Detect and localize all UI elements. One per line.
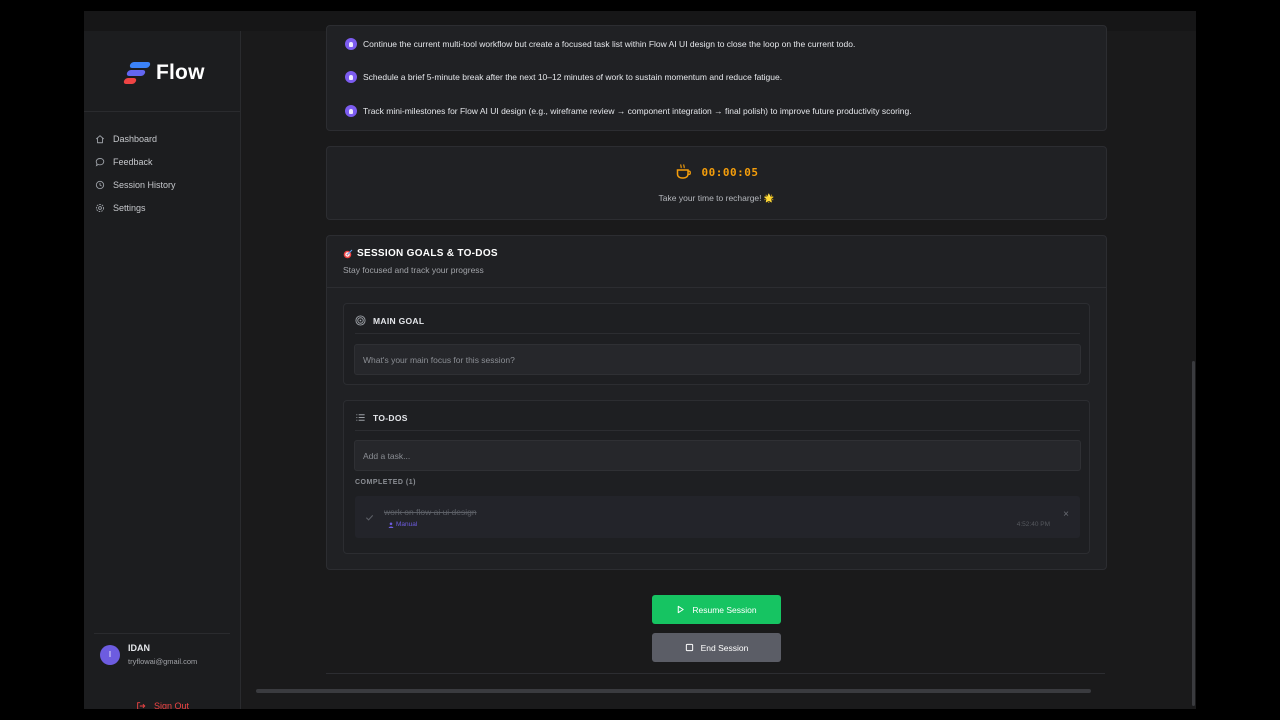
main-goal-label: MAIN GOAL bbox=[373, 315, 425, 326]
sidebar-divider bbox=[84, 111, 240, 112]
checkmark-icon[interactable] bbox=[365, 513, 374, 522]
target-icon bbox=[355, 315, 366, 326]
lightbulb-icon bbox=[345, 38, 357, 50]
sidebar-item-settings[interactable]: Settings bbox=[94, 196, 230, 219]
completed-count-label: COMPLETED (1) bbox=[355, 479, 416, 486]
todos-label: TO-DOS bbox=[373, 412, 408, 423]
task-timestamp: 4:52:40 PM bbox=[1016, 521, 1050, 528]
user-profile[interactable]: I IDAN tryflowai@gmail.com bbox=[100, 643, 197, 666]
home-icon bbox=[95, 134, 105, 143]
sidebar-item-session-history[interactable]: Session History bbox=[94, 173, 230, 196]
suggestion-text: Continue the current multi-tool workflow… bbox=[363, 39, 856, 49]
divider bbox=[355, 333, 1080, 334]
sidebar-item-label: Feedback bbox=[113, 156, 153, 167]
suggestions-card: Continue the current multi-tool workflow… bbox=[326, 25, 1107, 131]
end-session-button[interactable]: End Session bbox=[652, 633, 781, 662]
app-logo[interactable]: Flow bbox=[123, 59, 205, 87]
add-task-input[interactable] bbox=[355, 441, 1080, 470]
gear-icon bbox=[95, 203, 105, 212]
main-goal-input[interactable] bbox=[355, 345, 1080, 374]
divider bbox=[327, 287, 1106, 288]
session-goals-card: SESSION GOALS & TO-DOS Stay focused and … bbox=[326, 235, 1107, 570]
main-goal-header: MAIN GOAL bbox=[355, 315, 424, 326]
sign-out-icon bbox=[137, 702, 146, 709]
stop-icon bbox=[685, 643, 693, 652]
play-icon bbox=[678, 605, 685, 614]
main-content: Continue the current multi-tool workflow… bbox=[241, 25, 1196, 709]
sidebar-nav: Dashboard Feedback Session History Setti… bbox=[94, 127, 230, 219]
task-source-tag: Manual bbox=[388, 521, 417, 528]
task-source-label: Manual bbox=[396, 521, 418, 528]
avatar: I bbox=[100, 644, 120, 665]
completed-task-text: work on flow ai ui design bbox=[384, 507, 477, 517]
app-name: Flow bbox=[156, 61, 205, 84]
suggestion-item: Schedule a brief 5-minute break after th… bbox=[345, 71, 782, 83]
main-goal-section: MAIN GOAL bbox=[343, 303, 1090, 385]
list-icon bbox=[356, 414, 365, 421]
sidebar-item-dashboard[interactable]: Dashboard bbox=[94, 127, 230, 150]
sidebar-divider bbox=[94, 633, 230, 634]
history-icon bbox=[95, 180, 105, 189]
delete-task-icon[interactable]: × bbox=[1063, 509, 1069, 520]
resume-session-button[interactable]: Resume Session bbox=[652, 595, 781, 624]
user-email: tryflowai@gmail.com bbox=[128, 657, 198, 666]
suggestion-item: Continue the current multi-tool workflow… bbox=[345, 38, 855, 50]
goals-title: SESSION GOALS & TO-DOS bbox=[357, 248, 498, 259]
suggestion-item: Track mini-milestones for Flow AI UI des… bbox=[345, 105, 912, 117]
sign-out-button[interactable]: Sign Out bbox=[136, 701, 189, 709]
resume-session-label: Resume Session bbox=[692, 604, 757, 615]
sign-out-label: Sign Out bbox=[154, 701, 190, 709]
divider bbox=[326, 673, 1105, 674]
user-icon bbox=[388, 522, 394, 528]
break-timer-message: Take your time to recharge! 🌟 bbox=[658, 193, 775, 203]
lightbulb-icon bbox=[345, 105, 357, 117]
sidebar: Flow Dashboard Feedback Session History … bbox=[84, 31, 241, 709]
main-goal-field[interactable] bbox=[354, 344, 1081, 375]
todos-section: TO-DOS COMPLETED (1) work on flow ai ui … bbox=[343, 400, 1090, 554]
goals-title-row: SESSION GOALS & TO-DOS bbox=[343, 248, 498, 259]
todos-header: TO-DOS bbox=[355, 412, 408, 423]
sidebar-item-label: Dashboard bbox=[113, 133, 158, 144]
add-task-field[interactable] bbox=[354, 440, 1081, 471]
goals-subtitle: Stay focused and track your progress bbox=[343, 265, 484, 275]
suggestion-text: Schedule a brief 5-minute break after th… bbox=[363, 72, 783, 82]
dart-target-icon bbox=[343, 249, 353, 258]
coffee-cup-icon bbox=[676, 164, 691, 179]
break-timer-card: 00:00:05 Take your time to recharge! 🌟 bbox=[326, 146, 1107, 220]
end-session-label: End Session bbox=[700, 642, 749, 653]
vertical-scrollbar[interactable] bbox=[1192, 361, 1195, 706]
app-window: Flow Dashboard Feedback Session History … bbox=[84, 11, 1196, 709]
suggestion-text: Track mini-milestones for Flow AI UI des… bbox=[363, 106, 912, 116]
flow-logo-icon bbox=[123, 61, 151, 85]
horizontal-scrollbar[interactable] bbox=[256, 689, 1091, 693]
sidebar-item-label: Settings bbox=[113, 202, 146, 213]
break-timer-value: 00:00:05 bbox=[701, 165, 759, 179]
user-name: IDAN bbox=[128, 643, 150, 653]
sidebar-item-feedback[interactable]: Feedback bbox=[94, 150, 230, 173]
sidebar-item-label: Session History bbox=[113, 179, 176, 190]
chat-bubble-icon bbox=[95, 157, 105, 166]
completed-task-row[interactable]: work on flow ai ui design Manual 4:52:40… bbox=[355, 496, 1080, 538]
lightbulb-icon bbox=[345, 71, 357, 83]
divider bbox=[355, 430, 1080, 431]
